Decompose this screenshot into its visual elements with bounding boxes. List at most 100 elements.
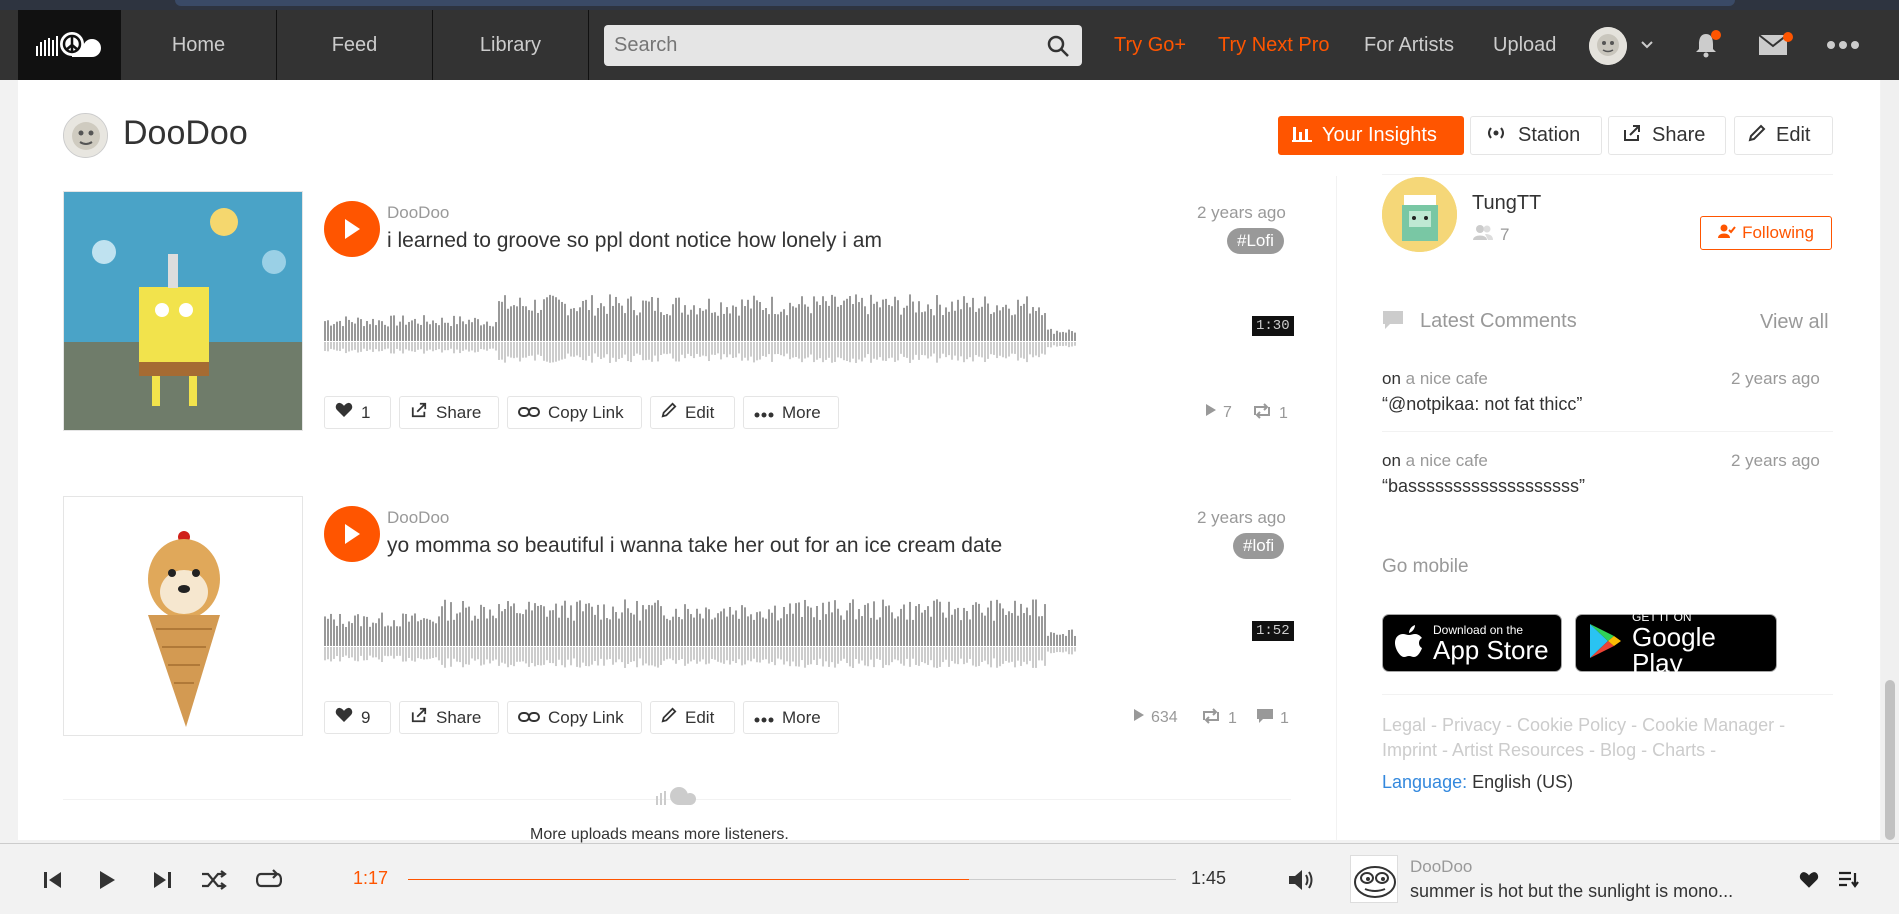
- try-go-link[interactable]: Try Go+: [1114, 10, 1186, 80]
- track-share-button[interactable]: Share: [399, 701, 499, 734]
- skip-next-icon[interactable]: [152, 844, 172, 914]
- track-edit-button[interactable]: Edit: [650, 701, 735, 734]
- like-heart-icon[interactable]: [1799, 844, 1819, 914]
- for-artists-link[interactable]: For Artists: [1364, 10, 1454, 80]
- waveform-bar: [336, 625, 338, 646]
- copy-link-button[interactable]: Copy Link: [507, 701, 642, 734]
- waveform-reflection-bar: [948, 342, 950, 356]
- now-playing-artwork[interactable]: [1350, 855, 1398, 903]
- your-insights-button[interactable]: Your Insights: [1278, 116, 1464, 155]
- try-next-pro-link[interactable]: Try Next Pro: [1218, 10, 1330, 80]
- profile-avatar[interactable]: [63, 113, 108, 158]
- following-button[interactable]: Following: [1700, 216, 1832, 250]
- more-button[interactable]: More: [743, 701, 839, 734]
- track-title[interactable]: i learned to groove so ppl dont notice h…: [387, 229, 882, 253]
- track-username[interactable]: DooDoo: [387, 203, 449, 223]
- copy-link-button[interactable]: Copy Link: [507, 396, 642, 429]
- play-icon[interactable]: [98, 844, 116, 914]
- track-username[interactable]: DooDoo: [387, 508, 449, 528]
- following-avatar[interactable]: [1382, 177, 1457, 252]
- play-button[interactable]: [324, 506, 380, 562]
- track-artwork[interactable]: [63, 191, 303, 431]
- track-tag[interactable]: # lofi: [1233, 533, 1285, 559]
- track-tag[interactable]: # Lofi: [1227, 228, 1284, 254]
- volume-icon[interactable]: [1288, 844, 1316, 914]
- scrollbar[interactable]: [1881, 80, 1899, 840]
- repeat-icon[interactable]: [256, 844, 282, 914]
- progress-bar[interactable]: [408, 879, 1176, 880]
- nav-home[interactable]: Home: [121, 10, 277, 80]
- notifications-bell-icon[interactable]: [1694, 10, 1721, 80]
- waveform-bar: [837, 306, 839, 341]
- waveform-bar: [720, 302, 722, 341]
- soundcloud-logo[interactable]: [18, 10, 121, 80]
- waveform-bar: [780, 311, 782, 341]
- nav-feed[interactable]: Feed: [277, 10, 433, 80]
- shuffle-icon[interactable]: [201, 844, 227, 914]
- track-waveform[interactable]: [324, 285, 1290, 373]
- waveform-bar: [456, 324, 458, 341]
- footer-links-line2[interactable]: Imprint - Artist Resources - Blog - Char…: [1382, 740, 1716, 761]
- play-button[interactable]: [324, 201, 380, 257]
- profile-share-button[interactable]: Share: [1608, 116, 1726, 155]
- queue-list-icon[interactable]: [1838, 844, 1860, 914]
- station-button[interactable]: Station: [1470, 116, 1602, 155]
- skip-previous-icon[interactable]: [43, 844, 63, 914]
- waveform-reflection-bar: [936, 342, 938, 363]
- track-title[interactable]: yo momma so beautiful i wanna take her o…: [387, 534, 1002, 558]
- waveform-bar: [933, 600, 935, 646]
- app-store-badge[interactable]: Download on the App Store: [1382, 614, 1562, 672]
- waveform-bar: [1065, 332, 1067, 341]
- waveform-bar: [705, 607, 707, 646]
- waveform-reflection-bar: [615, 647, 617, 663]
- waveform-reflection-bar: [720, 342, 722, 360]
- profile-edit-button[interactable]: Edit: [1734, 116, 1833, 155]
- search-input[interactable]: [604, 25, 1082, 66]
- chevron-down-icon[interactable]: [1640, 10, 1654, 80]
- google-play-badge[interactable]: GET IT ON Google Play: [1575, 610, 1777, 676]
- waveform-reflection-bar: [1020, 342, 1022, 358]
- like-button[interactable]: 9: [324, 701, 391, 734]
- waveform-bar: [399, 321, 401, 341]
- waveform-bar: [894, 618, 896, 646]
- waveform-reflection-bar: [738, 647, 740, 660]
- waveform-reflection-bar: [384, 342, 386, 350]
- user-avatar[interactable]: [1589, 27, 1627, 65]
- comment-track-link[interactable]: a nice cafe: [1406, 451, 1488, 470]
- track-share-button[interactable]: Share: [399, 396, 499, 429]
- following-username[interactable]: TungTT: [1472, 192, 1541, 215]
- waveform-bar: [948, 311, 950, 341]
- waveform-reflection-bar: [750, 342, 752, 357]
- waveform-reflection-bar: [888, 647, 890, 666]
- track-waveform[interactable]: [324, 590, 1290, 678]
- waveform-reflection-bar: [462, 647, 464, 668]
- track-edit-button[interactable]: Edit: [650, 396, 735, 429]
- waveform-bar: [822, 296, 824, 341]
- waveform-bar: [897, 300, 899, 341]
- now-playing-user[interactable]: DooDoo: [1410, 857, 1472, 877]
- more-button[interactable]: More: [743, 396, 839, 429]
- go-mobile-heading: Go mobile: [1382, 556, 1469, 577]
- waveform-bar: [510, 606, 512, 646]
- messages-mail-icon[interactable]: [1758, 10, 1793, 80]
- now-playing-title[interactable]: summer is hot but the sunlight is mono..…: [1410, 881, 1780, 902]
- waveform-bar: [1041, 616, 1043, 646]
- waveform-bar: [666, 618, 668, 646]
- waveform-bar: [1014, 314, 1016, 341]
- waveform-reflection-bar: [726, 647, 728, 661]
- upload-link[interactable]: Upload: [1493, 10, 1556, 80]
- footer-links-line1[interactable]: Legal - Privacy - Cookie Policy - Cookie…: [1382, 715, 1785, 736]
- waveform-bar: [390, 626, 392, 646]
- waveform-reflection-bar: [1029, 342, 1031, 355]
- nav-library[interactable]: Library: [433, 10, 589, 80]
- track-artwork[interactable]: [63, 496, 303, 736]
- view-all-link[interactable]: View all: [1760, 311, 1829, 334]
- waveform-reflection-bar: [984, 647, 986, 661]
- comment-track-link[interactable]: a nice cafe: [1406, 369, 1488, 388]
- waveform-reflection-bar: [879, 647, 881, 660]
- language-selector[interactable]: Language: English (US): [1382, 772, 1573, 793]
- like-button[interactable]: 1: [324, 396, 391, 429]
- more-menu-icon[interactable]: [1826, 10, 1860, 80]
- waveform-bar: [588, 310, 590, 341]
- search-icon[interactable]: [1046, 34, 1070, 63]
